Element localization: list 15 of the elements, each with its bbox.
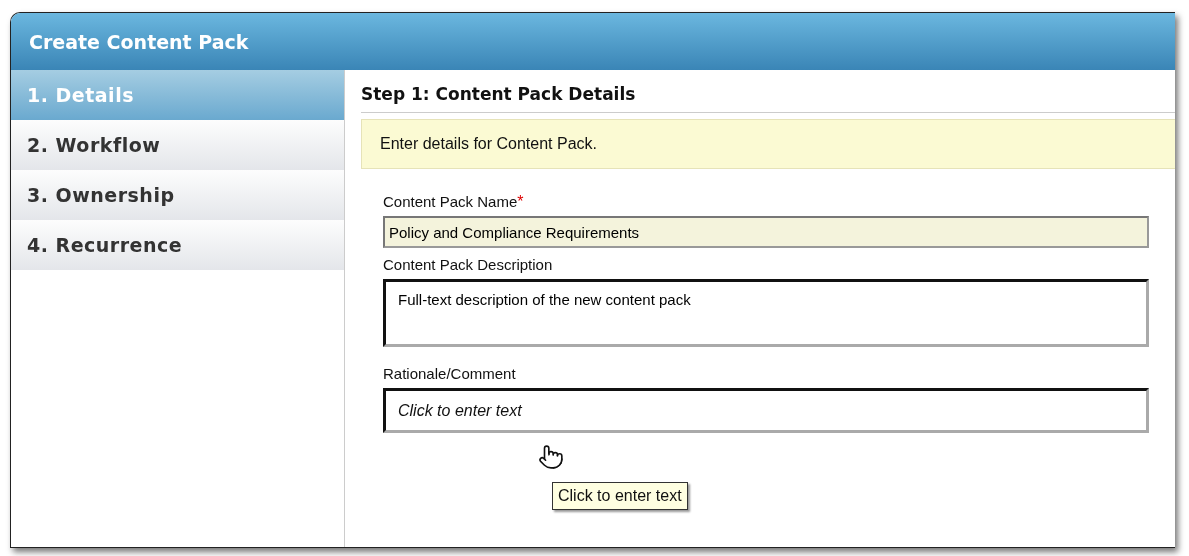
hand-cursor-icon	[538, 444, 564, 470]
field-label: Rationale/Comment	[383, 365, 516, 382]
description-field[interactable]: Full-text description of the new content pack	[383, 279, 1149, 347]
tooltip: Click to enter text	[552, 482, 688, 510]
step-tab[interactable]: 2. Workflow	[11, 120, 344, 170]
name-input-field[interactable]: Policy and Compliance Requirements	[383, 216, 1149, 248]
required-mark: *	[517, 193, 524, 212]
window-title: Create Content Pack	[11, 13, 1175, 70]
info-message: Enter details for Content Pack.	[361, 119, 1175, 169]
field-label: Content Pack Description	[383, 256, 553, 273]
step-tab[interactable]: 4. Recurrence	[11, 220, 344, 270]
step-title: Step 1: Content Pack Details	[361, 84, 1175, 113]
comment-field[interactable]: Click to enter text	[383, 388, 1149, 433]
field-label: Content Pack Name	[383, 193, 518, 210]
step-tab[interactable]: 3. Ownership	[11, 170, 344, 220]
